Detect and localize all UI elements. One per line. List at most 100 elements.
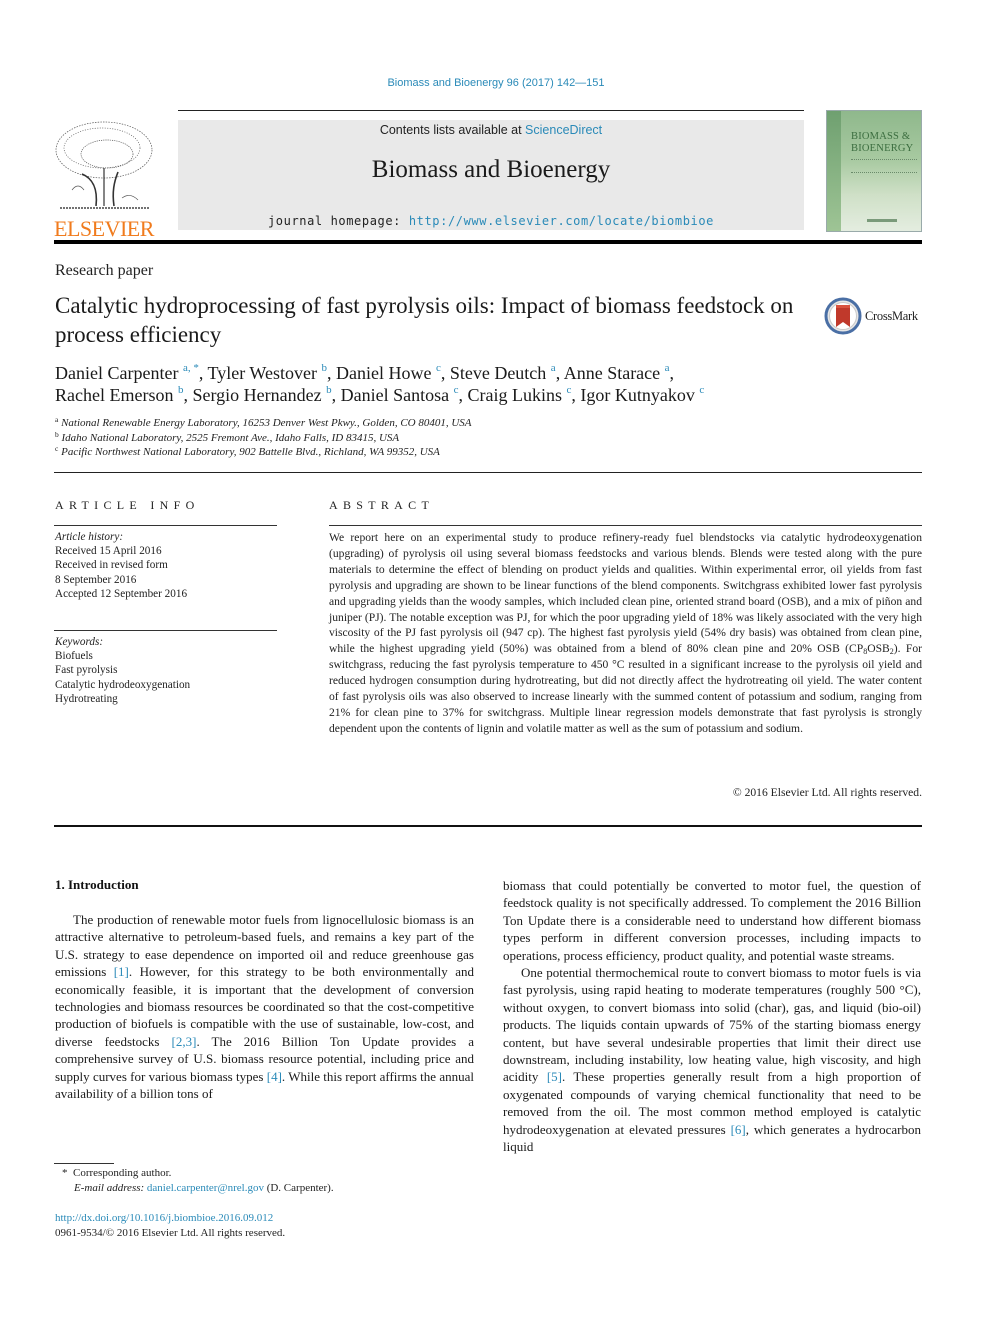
email-label: E-mail address: xyxy=(74,1182,145,1194)
author[interactable]: Tyler Westover xyxy=(208,363,317,383)
keyword: Catalytic hydrodeoxygenation xyxy=(55,678,191,691)
keywords-rule xyxy=(54,630,277,631)
abstract-text-part: We report here on an experimental study … xyxy=(329,531,922,656)
history-entry: Accepted 12 September 2016 xyxy=(55,587,188,600)
author[interactable]: Igor Kutnyakov xyxy=(580,385,694,405)
affiliations-divider xyxy=(54,472,922,473)
history-entry: 8 September 2016 xyxy=(55,573,137,586)
cover-title: BIOMASS & BIOENERGY xyxy=(851,131,921,155)
footnote-marker: * xyxy=(62,1167,68,1179)
cover-footer-mark xyxy=(867,219,897,222)
author[interactable]: Craig Lukins xyxy=(467,385,562,405)
body-paragraph: biomass that could potentially be conver… xyxy=(503,878,921,963)
journal-cover-thumbnail[interactable]: BIOMASS & BIOENERGY xyxy=(826,110,922,232)
cover-title-line1: BIOMASS & xyxy=(851,131,911,142)
affiliation-text: National Renewable Energy Laboratory, 16… xyxy=(61,417,472,429)
author-list: Daniel Carpenter a, *, Tyler Westover b,… xyxy=(55,362,705,406)
author-affiliation-marker[interactable]: b xyxy=(326,384,332,396)
author-affiliation-marker[interactable]: a xyxy=(551,362,556,374)
author-affiliation-marker[interactable]: c xyxy=(699,384,704,396)
issn-copyright: 0961-9534/© 2016 Elsevier Ltd. All right… xyxy=(55,1227,286,1239)
abstract-rule xyxy=(329,525,922,526)
article-history-label: Article history: xyxy=(55,531,124,543)
crossmark-button[interactable]: CrossMark xyxy=(824,296,924,336)
author[interactable]: Daniel Santosa xyxy=(341,385,449,405)
article-info-rule xyxy=(54,525,277,526)
homepage-prefix: journal homepage: xyxy=(267,214,409,228)
author-affiliation-marker[interactable]: b xyxy=(178,384,184,396)
affiliation-text: Idaho National Laboratory, 2525 Fremont … xyxy=(61,431,400,444)
abstract-heading: ABSTRACT xyxy=(329,498,435,512)
elsevier-tree-icon xyxy=(55,121,153,209)
email-note: E-mail address: daniel.carpenter@nrel.go… xyxy=(62,1181,334,1196)
abstract-text-part: ). For switchgrass, reducing the fast py… xyxy=(329,642,922,735)
sciencedirect-link[interactable]: ScienceDirect xyxy=(525,123,602,137)
author-affiliation-marker[interactable]: a, * xyxy=(183,362,199,374)
citation-ref-1[interactable]: [1] xyxy=(114,964,129,979)
affiliation: a National Renewable Energy Laboratory, … xyxy=(55,416,472,431)
doi-link[interactable]: http://dx.doi.org/10.1016/j.biombioe.201… xyxy=(55,1212,273,1224)
author-email-link[interactable]: daniel.carpenter@nrel.gov xyxy=(147,1182,264,1194)
citation-ref-2-3[interactable]: [2,3] xyxy=(172,1034,197,1049)
contents-prefix: Contents lists available at xyxy=(379,123,526,137)
author[interactable]: Steve Deutch xyxy=(450,363,546,383)
elsevier-logo[interactable]: ELSEVIER xyxy=(52,118,156,240)
author-affiliation-marker[interactable]: c xyxy=(454,384,459,396)
author-affiliation-marker[interactable]: a xyxy=(665,362,670,374)
author[interactable]: Daniel Carpenter xyxy=(55,363,178,383)
abstract-divider xyxy=(54,825,922,827)
keywords-label: Keywords: xyxy=(55,636,104,648)
affiliation-text: Pacific Northwest National Laboratory, 9… xyxy=(61,446,440,458)
header-thick-rule xyxy=(54,240,922,244)
keyword: Biofuels xyxy=(55,650,93,663)
keyword: Fast pyrolysis xyxy=(55,664,118,677)
article-info-heading: ARTICLE INFO xyxy=(55,498,200,512)
author-affiliation-marker[interactable]: c xyxy=(436,362,441,374)
author[interactable]: Anne Starace xyxy=(564,363,660,383)
cover-title-line2: BIOENERGY xyxy=(851,143,914,154)
article-title: Catalytic hydroprocessing of fast pyroly… xyxy=(55,293,794,347)
author-affiliation-marker[interactable]: b xyxy=(321,362,327,374)
elsevier-wordmark: ELSEVIER xyxy=(54,216,154,241)
body-paragraph: One potential thermochemical route to co… xyxy=(503,964,921,1155)
abstract-text: We report here on an experimental study … xyxy=(329,530,922,737)
affiliation-list: a National Renewable Energy Laboratory, … xyxy=(55,416,472,460)
keyword: Hydrotreating xyxy=(55,692,118,705)
citation-ref-4[interactable]: [4] xyxy=(267,1069,282,1084)
journal-title: Biomass and Bioenergy xyxy=(371,156,611,183)
author[interactable]: Sergio Hernandez xyxy=(192,385,321,405)
journal-masthead: Contents lists available at ScienceDirec… xyxy=(178,120,804,230)
journal-homepage-line: journal homepage: http://www.elsevier.co… xyxy=(178,214,804,228)
abstract-copyright: © 2016 Elsevier Ltd. All rights reserved… xyxy=(732,786,922,799)
affiliation: b Idaho National Laboratory, 2525 Fremon… xyxy=(55,429,472,446)
abstract-text-part: OSB xyxy=(867,642,890,656)
affiliation-key: c xyxy=(55,444,59,453)
email-suffix: (D. Carpenter). xyxy=(263,1182,334,1194)
journal-homepage-link[interactable]: http://www.elsevier.com/locate/biombioe xyxy=(409,214,714,228)
author-affiliation-marker[interactable]: c xyxy=(566,384,571,396)
affiliation-key: a xyxy=(55,415,59,424)
footnotes: * Corresponding author. E-mail address: … xyxy=(62,1166,334,1196)
author[interactable]: Daniel Howe xyxy=(336,363,431,383)
history-entry: Received 15 April 2016 xyxy=(55,545,162,558)
journal-citation-link[interactable]: Biomass and Bioenergy 96 (2017) 142—151 xyxy=(0,77,992,89)
article-history: Article history: Received 15 April 2016 … xyxy=(55,530,187,601)
author[interactable]: Rachel Emerson xyxy=(55,385,173,405)
footnote-text: Corresponding author. xyxy=(73,1167,172,1179)
crossmark-label: CrossMark xyxy=(865,308,918,323)
body-text: One potential thermochemical route to co… xyxy=(503,965,921,1085)
affiliation-key: b xyxy=(55,429,59,439)
contents-line: Contents lists available at ScienceDirec… xyxy=(178,123,804,137)
keywords: Keywords: Biofuels Fast pyrolysis Cataly… xyxy=(55,635,190,706)
body-paragraph: The production of renewable motor fuels … xyxy=(55,911,474,1102)
header-top-rule xyxy=(178,110,804,111)
body-column-right: biomass that could potentially be conver… xyxy=(503,877,921,1156)
citation-ref-6[interactable]: [6] xyxy=(731,1122,746,1137)
corresponding-author-note: * Corresponding author. xyxy=(62,1166,334,1181)
doi-block: http://dx.doi.org/10.1016/j.biombioe.201… xyxy=(55,1211,285,1241)
footnote-rule xyxy=(54,1163,114,1164)
citation-ref-5[interactable]: [5] xyxy=(547,1069,562,1084)
cover-stripe xyxy=(827,111,841,231)
affiliation: c Pacific Northwest National Laboratory,… xyxy=(55,445,472,460)
body-column-left: The production of renewable motor fuels … xyxy=(55,911,474,1102)
